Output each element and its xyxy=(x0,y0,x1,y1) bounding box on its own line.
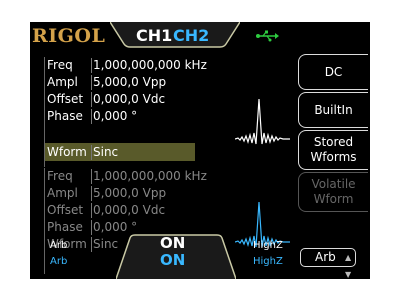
param-value: 0,000,0 Vdc xyxy=(93,92,166,106)
usb-icon xyxy=(256,30,279,42)
param-label: Freq xyxy=(47,169,73,183)
param-value: Sinc xyxy=(93,145,119,159)
softkey-label: DC xyxy=(324,64,343,79)
param-value: Sinc xyxy=(93,237,119,251)
sinc-waveform-icon xyxy=(235,98,290,145)
builtin-softkey[interactable]: BuiltIn xyxy=(298,92,368,128)
ch1-load-label: HighZ xyxy=(253,240,283,251)
ch1-output-state[interactable]: ON xyxy=(160,234,185,252)
volatile-wform-softkey: Volatile Wform xyxy=(298,172,368,212)
stored-wforms-softkey[interactable]: Stored Wforms xyxy=(298,130,368,170)
param-label: Ampl xyxy=(47,75,78,89)
generator-screen: RIGOL CH1 CH2 Freq 1,000,000,000 kHz Amp… xyxy=(30,22,370,279)
param-label: Ampl xyxy=(47,186,78,200)
tab-ch1[interactable]: CH1 xyxy=(136,26,172,45)
mode-selector[interactable]: Arb ▲ ▼ xyxy=(300,248,356,279)
ch2-output-state[interactable]: ON xyxy=(160,251,185,269)
param-value: 5,000,0 Vpp xyxy=(93,75,167,89)
up-down-arrow-icon: ▲ ▼ xyxy=(345,253,352,279)
param-value: 1,000,000,000 kHz xyxy=(93,58,207,72)
param-label: Phase xyxy=(47,109,83,123)
ch2-load-label: HighZ xyxy=(253,256,283,267)
softkey-label-line1: Stored xyxy=(313,135,354,149)
param-label: Offset xyxy=(47,203,84,217)
mode-selector-value: Arb xyxy=(315,250,336,264)
dc-softkey[interactable]: DC xyxy=(298,54,368,90)
param-value: 0,000 ° xyxy=(93,109,138,123)
softkey-label-line1: Volatile xyxy=(311,177,356,191)
tab-ch2[interactable]: CH2 xyxy=(173,26,209,45)
ch1-parameter-panel: Freq 1,000,000,000 kHz Ampl 5,000,0 Vpp … xyxy=(44,57,296,167)
softkey-label-line2: Wform xyxy=(313,192,354,206)
ch1-mode-label: Arb xyxy=(50,240,68,251)
softkey-label-line2: Wforms xyxy=(310,150,357,164)
param-label: Freq xyxy=(47,58,73,72)
rigol-logo: RIGOL xyxy=(32,25,106,47)
softkey-label: BuiltIn xyxy=(314,102,353,117)
param-label: Wform xyxy=(47,145,87,159)
param-label: Phase xyxy=(47,220,83,234)
param-value: 5,000,0 Vpp xyxy=(93,186,167,200)
ch2-mode-label: Arb xyxy=(50,256,68,267)
param-value: 1,000,000,000 kHz xyxy=(93,169,207,183)
param-label: Offset xyxy=(47,92,84,106)
param-value: 0,000,0 Vdc xyxy=(93,203,166,217)
